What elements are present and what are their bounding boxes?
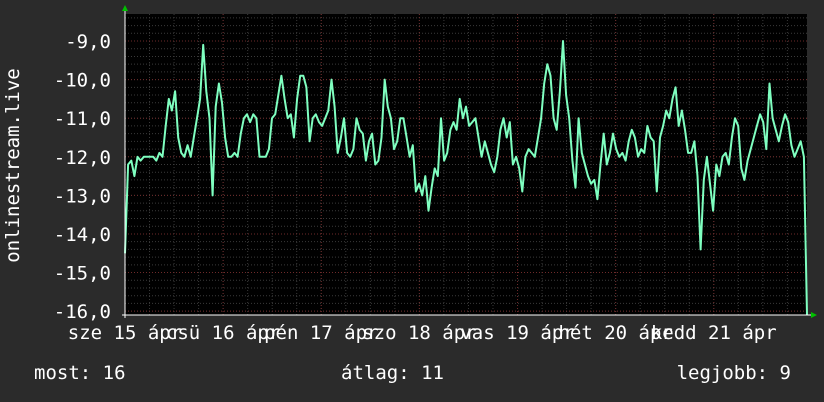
x-axis-tick-labels: sze 15 áprcsü 16 áprpén 17 áprszo 18 ápr… xyxy=(68,322,777,344)
y-tick-label: -16,0 xyxy=(54,301,111,323)
chart: -9,0-10,0-11,0-12,0-13,0-14,0-15,0-16,0 … xyxy=(2,5,817,344)
y-tick-label: -9,0 xyxy=(65,31,111,53)
y-tick-label: -14,0 xyxy=(54,224,111,246)
y-tick-label: -10,0 xyxy=(54,70,111,92)
y-tick-label: -15,0 xyxy=(54,263,111,285)
stat-best: legjobb: 9 xyxy=(676,362,791,384)
y-axis-arrow-icon xyxy=(122,5,128,11)
stat-current: most: 16 xyxy=(34,362,126,384)
y-tick-label: -11,0 xyxy=(54,108,111,130)
x-axis-arrow-icon xyxy=(811,312,817,318)
stat-average: átlag: 11 xyxy=(341,362,444,384)
y-tick-label: -13,0 xyxy=(54,185,111,207)
x-tick-label: kedd 21 ápr xyxy=(651,322,777,344)
y-axis-label: onlinestream.live xyxy=(2,68,24,262)
y-axis-tick-labels: -9,0 -10,0 -11,0 -12,0 -13,0 -14,0 -15,0 -16,0 xyxy=(54,31,111,323)
y-tick-label: -12,0 xyxy=(54,147,111,169)
